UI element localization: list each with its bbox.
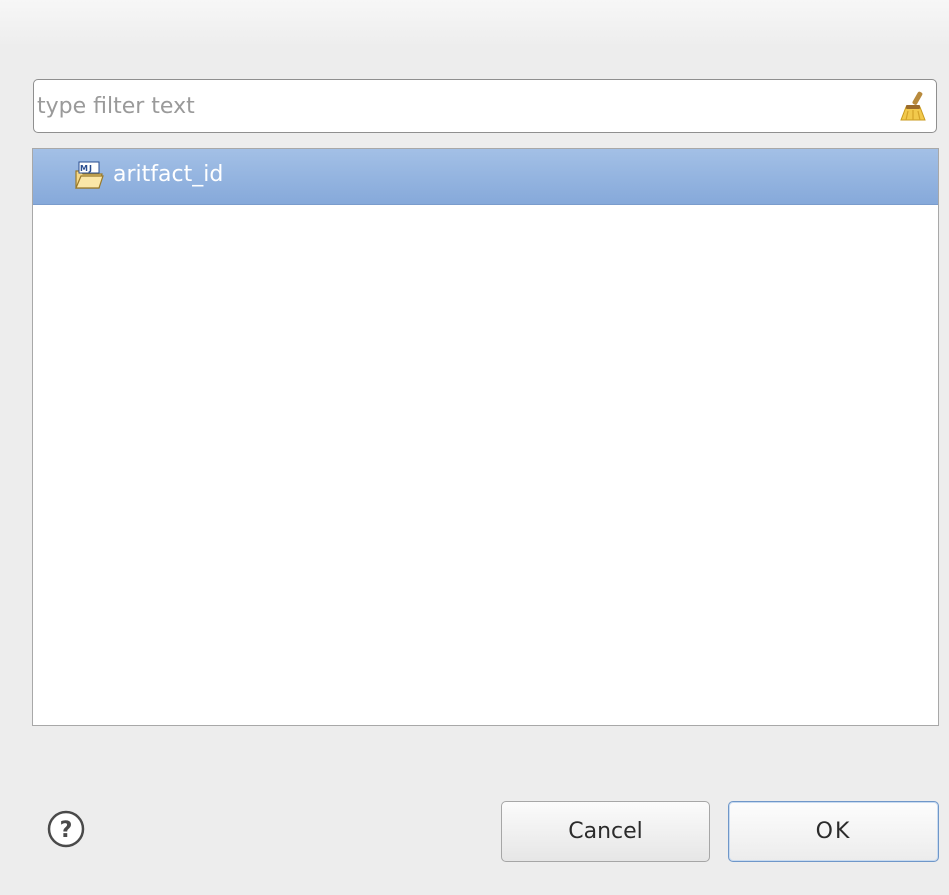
dialog-title-area [0,0,949,44]
broom-clear-icon[interactable] [898,89,930,123]
svg-text:J: J [88,164,92,173]
project-tree[interactable]: M J aritfact_id [32,148,939,726]
tree-item-label: aritfact_id [113,162,224,187]
ok-button[interactable]: OK [728,801,939,862]
maven-project-folder-icon: M J [75,161,104,189]
svg-text:?: ? [60,818,73,843]
tree-item-aritfact-id[interactable]: M J aritfact_id [33,149,938,205]
filter-input[interactable] [37,80,887,132]
svg-text:M: M [80,164,88,173]
cancel-button[interactable]: Cancel [501,801,710,862]
filter-field[interactable] [33,79,937,133]
help-icon[interactable]: ? [46,809,86,849]
